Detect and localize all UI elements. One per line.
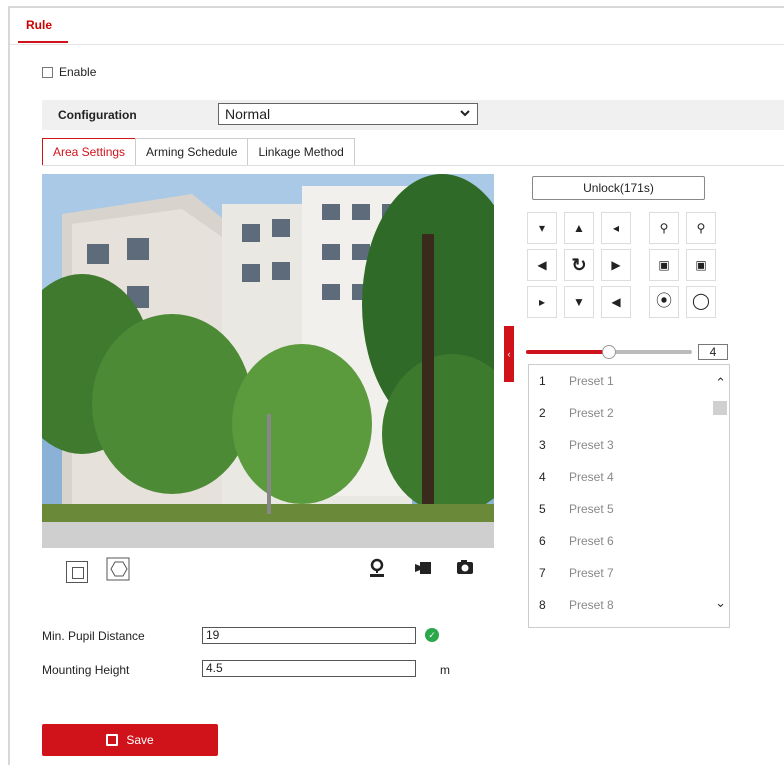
zoom-out-icon[interactable]: ⚲: [649, 212, 679, 244]
preset-item[interactable]: 4 Preset 4: [529, 461, 713, 493]
subtabs-divider: [42, 165, 784, 166]
snapshot-camera-icon[interactable]: [456, 559, 474, 575]
ptz-down-icon[interactable]: ▼: [564, 286, 594, 318]
auto-scan-icon[interactable]: ↻: [564, 249, 594, 281]
collapse-panel-icon[interactable]: ‹: [504, 326, 514, 382]
preset-list: 1 Preset 1 2 Preset 2 3 Preset 3 4 Prese…: [528, 364, 730, 628]
enable-checkbox[interactable]: [42, 66, 53, 78]
ptz-up-icon[interactable]: ▲: [564, 212, 594, 244]
zoom-in-icon[interactable]: ⚲: [686, 212, 716, 244]
chevron-down-icon: [460, 110, 470, 117]
tab-rule[interactable]: Rule: [26, 18, 52, 32]
preset-item[interactable]: 2 Preset 2: [529, 397, 713, 429]
preset-item[interactable]: 1 Preset 1: [529, 365, 713, 397]
ptz-down-right-icon[interactable]: ◀: [601, 286, 631, 318]
tab-area-settings[interactable]: Area Settings: [42, 138, 137, 166]
ptz-right-icon[interactable]: ▶: [601, 249, 631, 281]
enable-label: Enable: [59, 65, 97, 79]
scroll-down-icon[interactable]: ⌄: [715, 595, 726, 611]
unlock-button[interactable]: Unlock(171s): [532, 176, 705, 200]
video-toolbar: [42, 548, 494, 592]
focus-far-icon[interactable]: ▣: [686, 249, 716, 281]
record-icon[interactable]: [414, 560, 432, 576]
preset-item[interactable]: 7 Preset 7: [529, 557, 713, 589]
slider-thumb[interactable]: [602, 345, 616, 359]
subtabs: Area Settings Arming Schedule Linkage Me…: [42, 138, 355, 166]
draw-rectangle-icon[interactable]: [66, 561, 88, 583]
mounting-height-unit: m: [440, 663, 450, 677]
save-icon: [106, 734, 119, 746]
configuration-value: Normal: [225, 106, 271, 122]
preset-item[interactable]: 6 Preset 6: [529, 525, 713, 557]
preset-scrollbar[interactable]: ⌃ ⌄: [711, 365, 729, 627]
min-pupil-distance-input[interactable]: 19: [202, 627, 416, 644]
scroll-up-icon[interactable]: ⌃: [715, 375, 726, 391]
ptz-up-right-icon[interactable]: ◂: [601, 212, 631, 244]
draw-polygon-icon[interactable]: [106, 557, 132, 583]
configuration-label: Configuration: [58, 108, 137, 122]
ptz-up-left-icon[interactable]: ▾: [527, 212, 557, 244]
locate-pin-icon[interactable]: [368, 558, 386, 578]
ptz-left-icon[interactable]: ◀: [527, 249, 557, 281]
speed-value-field[interactable]: 4: [698, 344, 728, 360]
mounting-height-label: Mounting Height: [42, 663, 130, 677]
live-video-view[interactable]: [42, 174, 494, 548]
tab-linkage-method[interactable]: Linkage Method: [247, 138, 355, 166]
slider-fill: [526, 350, 609, 354]
ptz-speed-slider[interactable]: [526, 345, 692, 359]
min-pupil-distance-label: Min. Pupil Distance: [42, 629, 145, 643]
mounting-height-input[interactable]: 4.5: [202, 660, 416, 677]
scroll-thumb[interactable]: [713, 401, 727, 415]
valid-check-icon: ✓: [425, 628, 439, 642]
preset-item[interactable]: 3 Preset 3: [529, 429, 713, 461]
save-label: Save: [126, 733, 154, 747]
frame-left-border: [8, 6, 10, 765]
focus-near-icon[interactable]: ▣: [649, 249, 679, 281]
preset-item[interactable]: 8 Preset 8: [529, 589, 713, 621]
frame-top-border: [8, 6, 784, 8]
configuration-row: Configuration Normal: [42, 100, 784, 130]
enable-row: Enable: [42, 65, 96, 79]
save-button[interactable]: Save: [42, 724, 218, 756]
iris-open-icon[interactable]: ⦿: [649, 286, 679, 318]
iris-close-icon[interactable]: ◯: [686, 286, 716, 318]
tab-arming-schedule[interactable]: Arming Schedule: [135, 138, 249, 166]
tab-rule-underline: [18, 41, 68, 43]
ptz-down-left-icon[interactable]: ▸: [527, 286, 557, 318]
header-divider: [10, 44, 784, 45]
preset-item[interactable]: 5 Preset 5: [529, 493, 713, 525]
configuration-select[interactable]: Normal: [218, 103, 478, 125]
